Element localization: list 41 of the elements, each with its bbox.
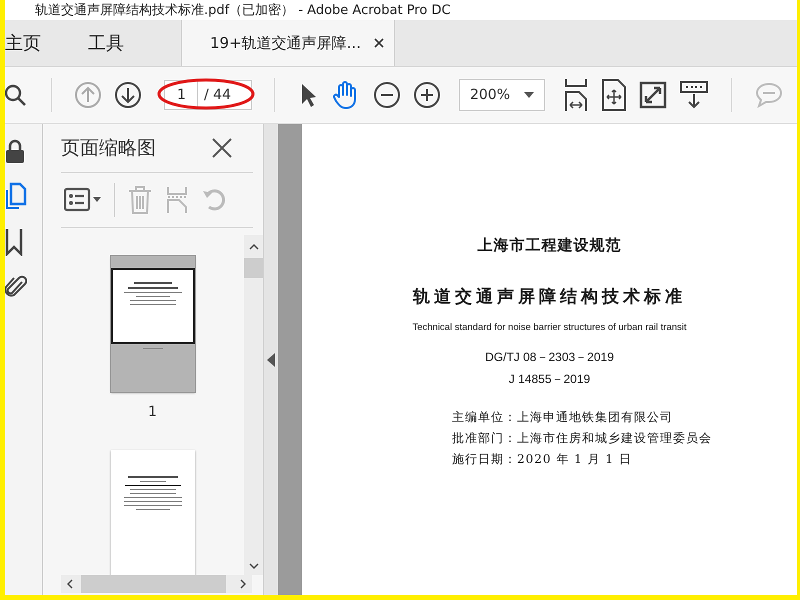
next-page-icon[interactable] [114,81,142,109]
page-thumbnail[interactable] [110,450,194,575]
standard-code: J 14855－2019 [508,371,590,388]
nav-tab[interactable]: 主页 [5,20,58,66]
scroll-down-icon[interactable] [248,563,258,569]
fit-page-icon[interactable] [600,79,627,111]
collapse-arrow-icon[interactable] [267,352,275,366]
english-title: Technical standard for noise barrier structures of urban rail transit [412,322,687,333]
full-screen-icon[interactable] [638,81,667,109]
info-line: 施行日期：2020 年 1 月 1 日 [452,451,632,468]
document-heading: 上海市工程建设规范 [478,236,622,255]
bookmark-icon[interactable] [5,228,23,256]
options-menu-icon[interactable] [64,187,102,213]
info-line: 主编单位：上海申通地铁集团有限公司 [452,409,673,426]
vertical-scrollbar[interactable] [244,235,263,575]
fit-width-icon[interactable] [562,78,589,112]
window-title: 轨道交通声屏障结构技术标准.pdf（已加密） - Adobe Acrobat Pro DC [35,2,451,19]
panel-title: 页面缩略图 [61,136,156,161]
nav-tab[interactable]: 工具 [88,20,141,66]
document-tab[interactable]: 19+轨道交通声屏障... [181,20,395,66]
page-thumbnail[interactable] [110,256,194,392]
page-number-label: 1 [148,404,157,420]
scrollbar-thumb[interactable] [81,575,226,593]
scroll-right-icon[interactable] [240,579,246,589]
scrollbar-thumb[interactable] [244,258,263,278]
caret-icon [524,92,534,98]
standard-code: DG/TJ 08－2303－2019 [485,349,614,366]
document-title: 轨道交通声屏障结构技术标准 [413,286,686,308]
lock-icon[interactable] [5,138,25,164]
pages-icon[interactable] [5,182,27,210]
scroll-mode-icon[interactable] [678,80,709,110]
info-line: 批准部门：上海市住房和城乡建设管理委员会 [452,430,712,447]
scroll-up-icon[interactable] [248,244,258,250]
horizontal-scrollbar[interactable] [61,575,252,593]
zoom-dropdown[interactable]: 200% [458,79,545,111]
close-icon[interactable] [372,37,385,49]
zoom-out-icon[interactable] [372,81,401,109]
zoom-in-icon[interactable] [412,81,441,109]
tab-label[interactable]: 19+轨道交通声屏障... [210,34,361,52]
close-icon[interactable] [211,137,233,159]
scroll-left-icon[interactable] [67,579,73,589]
